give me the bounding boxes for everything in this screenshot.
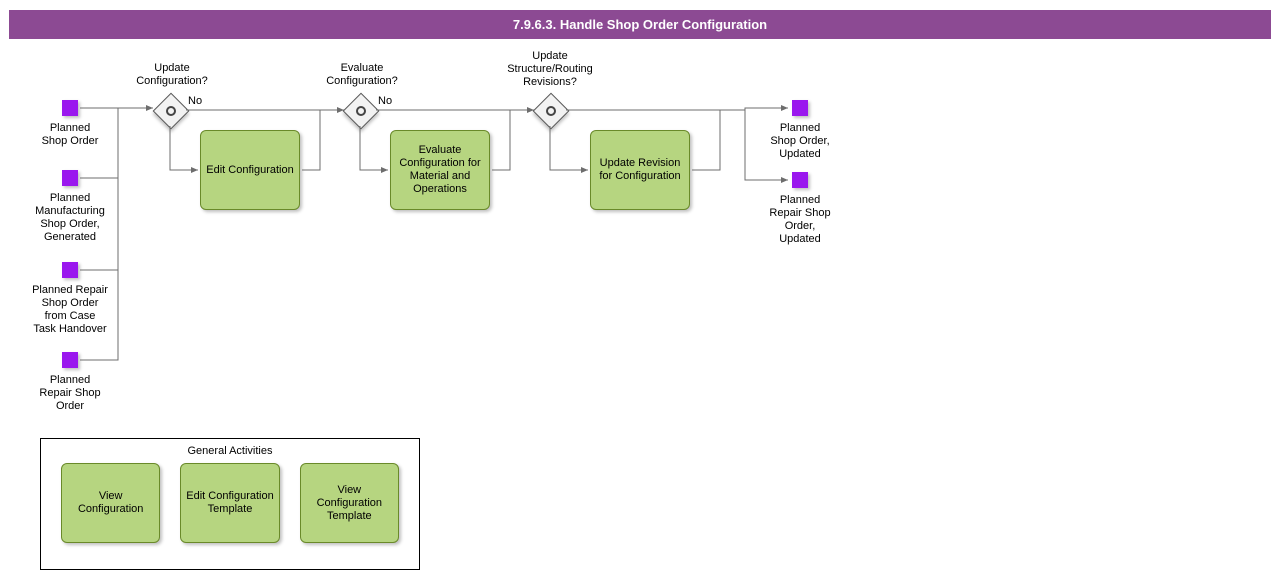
general-task-label-1: View Configuration [66, 490, 155, 516]
start-event-planned-shop-order [62, 100, 78, 116]
end-event-label-1: Planned Shop Order, Updated [752, 122, 848, 161]
start-event-planned-repair-from-case [62, 262, 78, 278]
end-event-label-2: Planned Repair Shop Order, Updated [752, 194, 848, 246]
gateway-label-1: Update Configuration? [126, 62, 218, 88]
start-event-planned-repair-shop-order [62, 352, 78, 368]
gateway-update-revisions [533, 93, 570, 130]
diagram-canvas: 7.9.6.3. Handle Shop Order Configuration… [0, 0, 1280, 580]
task-edit-configuration[interactable]: Edit Configuration [200, 130, 300, 210]
general-task-label-2: Edit Configuration Template [185, 490, 274, 516]
diagram-title-bar: 7.9.6.3. Handle Shop Order Configuration [9, 10, 1271, 39]
gateway-label-2: Evaluate Configuration? [316, 62, 408, 88]
start-event-planned-mfg-shop-order [62, 170, 78, 186]
end-event-planned-shop-order-updated [792, 100, 808, 116]
task-label-2: Evaluate Configuration for Material and … [395, 144, 485, 196]
gateway-evaluate-configuration [343, 93, 380, 130]
task-view-configuration-template[interactable]: View Configuration Template [300, 463, 399, 543]
task-evaluate-configuration[interactable]: Evaluate Configuration for Material and … [390, 130, 490, 210]
no-label-2: No [378, 95, 392, 107]
task-edit-configuration-template[interactable]: Edit Configuration Template [180, 463, 279, 543]
general-activities-title: General Activities [41, 439, 419, 459]
no-label-1: No [188, 95, 202, 107]
general-activities-container: General Activities View Configuration Ed… [40, 438, 420, 570]
gateway-update-configuration [153, 93, 190, 130]
task-update-revision[interactable]: Update Revision for Configuration [590, 130, 690, 210]
task-label-3: Update Revision for Configuration [595, 157, 685, 183]
start-event-label-3: Planned Repair Shop Order from Case Task… [22, 284, 118, 336]
start-event-label-4: Planned Repair Shop Order [22, 374, 118, 413]
end-event-planned-repair-shop-order-updated [792, 172, 808, 188]
task-view-configuration[interactable]: View Configuration [61, 463, 160, 543]
start-event-label-2: Planned Manufacturing Shop Order, Genera… [22, 192, 118, 244]
gateway-label-3: Update Structure/Routing Revisions? [500, 50, 600, 89]
task-label-1: Edit Configuration [206, 164, 293, 177]
general-task-label-3: View Configuration Template [305, 484, 394, 523]
diagram-title: 7.9.6.3. Handle Shop Order Configuration [513, 17, 767, 32]
start-event-label-1: Planned Shop Order [22, 122, 118, 148]
